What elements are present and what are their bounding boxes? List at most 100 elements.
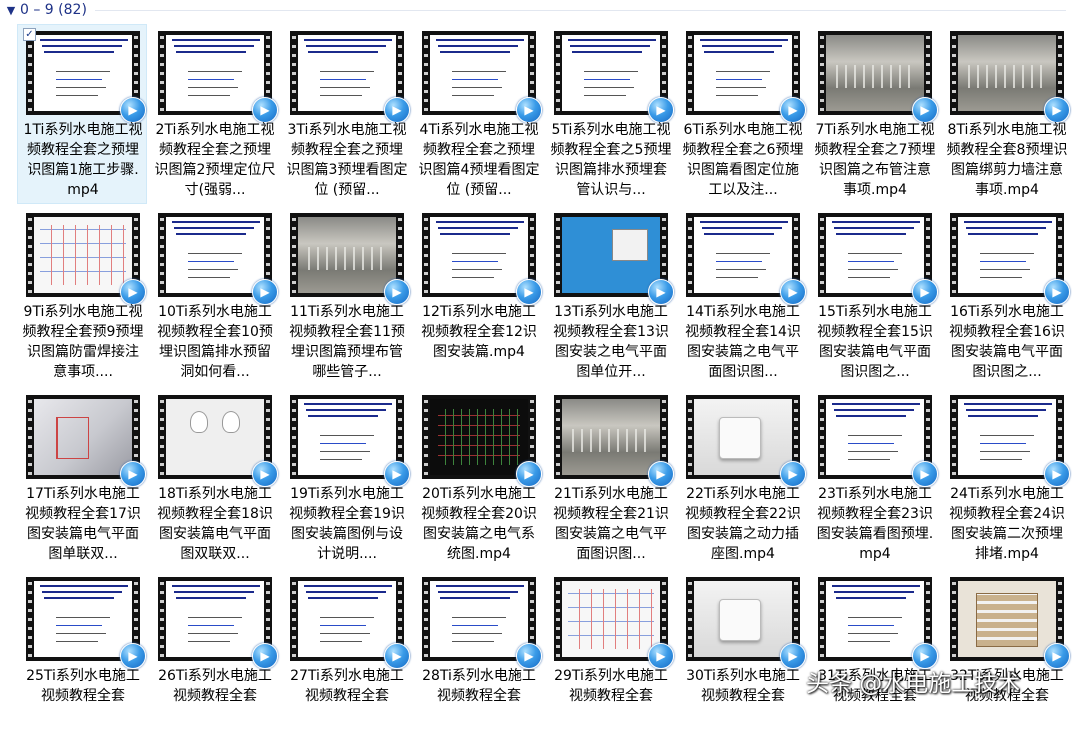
thumbnail-text-line bbox=[848, 641, 890, 642]
file-item[interactable]: ▶ 7Ti系列水电施工视频教程全套之7预埋识图篇之布管注意事项.mp4 bbox=[809, 24, 939, 204]
thumbnail-text-line bbox=[56, 87, 106, 88]
file-item[interactable]: ▶ 5Ti系列水电施工视频教程全套之5预埋识图篇排水预埋套管认识与... bbox=[545, 24, 675, 204]
file-item[interactable]: ▶ 31Ti系列水电施工视频教程全套 bbox=[809, 570, 939, 750]
thumbnail-text-line bbox=[188, 87, 238, 88]
file-name: 20Ti系列水电施工视频教程全套20识图安装篇之电气系统图.mp4 bbox=[421, 486, 537, 562]
thumbnail-frame bbox=[958, 581, 1056, 657]
chevron-down-icon[interactable]: ▼ bbox=[2, 4, 20, 17]
file-item[interactable]: ▶ 22Ti系列水电施工视频教程全套22识图安装篇之动力插座图.mp4 bbox=[677, 388, 807, 568]
thumbnail-image bbox=[958, 581, 1056, 657]
file-item[interactable]: ▶ 11Ti系列水电施工视频教程全套11预埋识图篇预埋布管哪些管子... bbox=[281, 206, 411, 386]
file-name: 25Ti系列水电施工视频教程全套 bbox=[26, 668, 140, 704]
thumbnail-text-line bbox=[832, 403, 920, 405]
file-name: 6Ti系列水电施工视频教程全套之6预埋识图篇看图定位施工以及注... bbox=[682, 122, 804, 198]
thumbnail-text-line bbox=[452, 79, 498, 80]
file-item[interactable]: ▶ 9Ti系列水电施工视频教程全套预9预埋识图篇防雷焊接注意事项.... bbox=[17, 206, 147, 386]
file-item[interactable]: ▶ 3Ti系列水电施工视频教程全套之预埋识图篇3预埋看图定位 (预留... bbox=[281, 24, 411, 204]
film-strip-edge bbox=[422, 213, 430, 297]
thumbnail-text-line bbox=[980, 443, 1026, 444]
file-name: 7Ti系列水电施工视频教程全套之7预埋识图篇之布管注意事项.mp4 bbox=[814, 122, 936, 198]
thumbnail-frame bbox=[166, 217, 264, 293]
thumbnail-text-line bbox=[320, 71, 374, 72]
thumbnail-text-line bbox=[320, 625, 366, 626]
thumbnail-text-line bbox=[320, 87, 370, 88]
thumbnail-image bbox=[958, 399, 1056, 475]
file-name: 9Ti系列水电施工视频教程全套预9预埋识图篇防雷焊接注意事项.... bbox=[22, 304, 144, 380]
thumbnail-text-line bbox=[848, 435, 902, 436]
thumbnail-text-line bbox=[700, 39, 788, 41]
thumbnail-frame bbox=[826, 399, 924, 475]
file-item[interactable]: ▶ 4Ti系列水电施工视频教程全套之预埋识图篇4预埋看图定位 (预留... bbox=[413, 24, 543, 204]
thumbnail-text-line bbox=[716, 95, 758, 96]
file-item[interactable]: ▶ 6Ti系列水电施工视频教程全套之6预埋识图篇看图定位施工以及注... bbox=[677, 24, 807, 204]
thumbnail-text-line bbox=[716, 269, 766, 270]
file-item[interactable]: ▶ 12Ti系列水电施工视频教程全套12识图安装篇.mp4 bbox=[413, 206, 543, 386]
file-item[interactable]: ▶ 28Ti系列水电施工视频教程全套 bbox=[413, 570, 543, 750]
file-item[interactable]: ▶ 26Ti系列水电施工视频教程全套 bbox=[149, 570, 279, 750]
thumbnail-image bbox=[826, 217, 924, 293]
file-item[interactable]: ▶ 17Ti系列水电施工视频教程全套17识图安装篇电气平面图单联双... bbox=[17, 388, 147, 568]
file-item[interactable]: ▶ 20Ti系列水电施工视频教程全套20识图安装篇之电气系统图.mp4 bbox=[413, 388, 543, 568]
file-item[interactable]: ▶ 32Ti系列水电施工视频教程全套 bbox=[941, 570, 1071, 750]
thumbnail-image bbox=[562, 399, 660, 475]
thumbnail-image bbox=[298, 399, 396, 475]
thumbnail-text-line bbox=[452, 617, 506, 618]
thumbnail-text-line bbox=[438, 591, 518, 593]
file-item[interactable]: ▶ 27Ti系列水电施工视频教程全套 bbox=[281, 570, 411, 750]
thumbnail-image bbox=[562, 217, 660, 293]
thumbnail-text-line bbox=[320, 435, 374, 436]
file-item[interactable]: ▶ 8Ti系列水电施工视频教程全套8预埋识图篇绑剪力墙注意事项.mp4 bbox=[941, 24, 1071, 204]
file-item[interactable]: ▶ 16Ti系列水电施工视频教程全套16识图安装篇电气平面图识图之... bbox=[941, 206, 1071, 386]
thumbnail-text-line bbox=[584, 87, 634, 88]
file-name: 2Ti系列水电施工视频教程全套之预埋识图篇2预埋定位尺寸(强弱... bbox=[154, 122, 276, 198]
file-item[interactable]: ▶ 24Ti系列水电施工视频教程全套24识图安装篇二次预埋排堵.mp4 bbox=[941, 388, 1071, 568]
thumbnail-frame bbox=[958, 35, 1056, 111]
thumbnail-text-line bbox=[836, 597, 906, 599]
thumbnail-text-line bbox=[56, 617, 110, 618]
thumbnail-text-line bbox=[172, 221, 260, 223]
thumbnail-text-line bbox=[40, 39, 128, 41]
file-name: 24Ti系列水电施工视频教程全套24识图安装篇二次预埋排堵.mp4 bbox=[949, 486, 1065, 562]
file-item[interactable]: ▶ 18Ti系列水电施工视频教程全套18识图安装篇电气平面图双联双... bbox=[149, 388, 279, 568]
thumbnail-text-line bbox=[42, 591, 122, 593]
thumbnail-frame bbox=[694, 35, 792, 111]
file-item[interactable]: ▶ 23Ti系列水电施工视频教程全套23识图安装篇看图预埋.mp4 bbox=[809, 388, 939, 568]
thumbnail-frame bbox=[430, 217, 528, 293]
film-strip-edge bbox=[422, 31, 430, 115]
file-item[interactable]: ▶ 29Ti系列水电施工视频教程全套 bbox=[545, 570, 675, 750]
file-item[interactable]: ▶ 2Ti系列水电施工视频教程全套之预埋识图篇2预埋定位尺寸(强弱... bbox=[149, 24, 279, 204]
thumbnail-text-line bbox=[452, 633, 502, 634]
file-item[interactable]: ▶ 13Ti系列水电施工视频教程全套13识图安装之电气平面图单位开... bbox=[545, 206, 675, 386]
file-item[interactable]: ▶ 25Ti系列水电施工视频教程全套 bbox=[17, 570, 147, 750]
thumbnail-text-line bbox=[440, 51, 510, 53]
file-name: 17Ti系列水电施工视频教程全套17识图安装篇电气平面图单联双... bbox=[25, 486, 141, 562]
file-item[interactable]: ▶ 30Ti系列水电施工视频教程全套 bbox=[677, 570, 807, 750]
group-header[interactable]: ▼ 0 – 9 (82) bbox=[0, 0, 1072, 20]
file-name: 14Ti系列水电施工视频教程全套14识图安装篇之电气平面图识图... bbox=[685, 304, 801, 380]
thumbnail-text-line bbox=[452, 87, 502, 88]
thumbnail-text-line bbox=[452, 95, 494, 96]
selection-checkbox[interactable]: ✓ bbox=[23, 28, 36, 41]
thumbnail-text-line bbox=[188, 277, 230, 278]
file-item[interactable]: ▶ 19Ti系列水电施工视频教程全套19识图安装篇图例与设计说明.... bbox=[281, 388, 411, 568]
file-name: 11Ti系列水电施工视频教程全套11预埋识图篇预埋布管哪些管子... bbox=[289, 304, 405, 380]
file-item[interactable]: ▶ 15Ti系列水电施工视频教程全套15识图安装篇电气平面图识图之... bbox=[809, 206, 939, 386]
file-item[interactable]: ▶ 21Ti系列水电施工视频教程全套21识图安装篇之电气平面图识图... bbox=[545, 388, 675, 568]
file-item[interactable]: ▶ 14Ti系列水电施工视频教程全套14识图安装篇之电气平面图识图... bbox=[677, 206, 807, 386]
thumbnail-text-line bbox=[188, 269, 238, 270]
film-strip-edge bbox=[290, 395, 298, 479]
thumbnail-text-line bbox=[968, 415, 1038, 417]
thumbnail-frame bbox=[34, 35, 132, 111]
film-strip-edge bbox=[554, 213, 562, 297]
file-item[interactable]: ▶ ✓ 1Ti系列水电施工视频教程全套之预埋识图篇1施工步骤.mp4 bbox=[17, 24, 147, 204]
thumbnail-text-line bbox=[320, 451, 370, 452]
file-name: 19Ti系列水电施工视频教程全套19识图安装篇图例与设计说明.... bbox=[289, 486, 405, 562]
thumbnail-text-line bbox=[584, 95, 626, 96]
thumbnail-text-line bbox=[56, 71, 110, 72]
group-title: 0 – 9 (82) bbox=[20, 2, 87, 18]
film-strip-edge bbox=[950, 577, 958, 661]
thumbnail-text-line bbox=[174, 227, 254, 229]
thumbnail-text-line bbox=[40, 585, 128, 587]
file-item[interactable]: ▶ 10Ti系列水电施工视频教程全套10预埋识图篇排水预留洞如何看... bbox=[149, 206, 279, 386]
thumbnail-image bbox=[826, 35, 924, 111]
